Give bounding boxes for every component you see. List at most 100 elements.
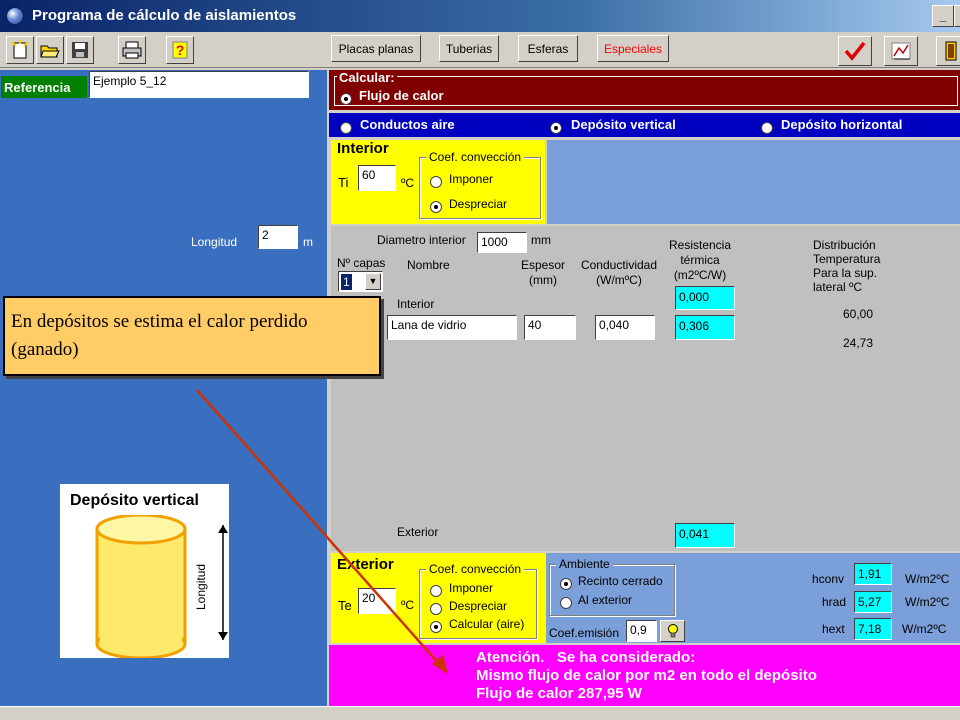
save-icon[interactable] <box>66 36 94 64</box>
atencion-line-1: Atención. Se ha considerado: <box>476 649 696 666</box>
exterior-resistance: 0,041 <box>675 523 735 548</box>
conductos-label: Conductos aire <box>360 117 455 132</box>
help-icon[interactable]: ? <box>166 36 194 64</box>
interior-despreciar-label: Despreciar <box>449 197 508 211</box>
longitud-label: Longitud <box>191 235 238 249</box>
col-espesor: Espesor (mm) <box>520 258 566 287</box>
lightbulb-icon[interactable] <box>660 620 685 642</box>
exterior-despreciar-radio[interactable] <box>430 600 442 615</box>
tab-especiales[interactable]: Especiales <box>597 35 669 62</box>
new-file-icon[interactable] <box>6 36 34 64</box>
interior-title: Interior <box>337 140 389 157</box>
exterior-imponer-label: Imponer <box>449 581 494 595</box>
ncapas-value: 1 <box>341 274 352 290</box>
interior-imponer-radio[interactable] <box>430 173 442 188</box>
interior-despreciar-radio[interactable] <box>430 198 442 213</box>
svg-text:?: ? <box>176 42 185 58</box>
atencion-line-3: Flujo de calor 287,95 W <box>476 685 642 702</box>
minimize-button[interactable]: _ <box>932 5 954 27</box>
diagram-title: Depósito vertical <box>70 492 199 509</box>
deposito-vertical-label: Depósito vertical <box>571 117 676 132</box>
exterior-calcular-label: Calcular (aire) <box>449 617 525 631</box>
layer-resistance: 0,306 <box>675 315 735 340</box>
col-nombre: Nombre <box>407 258 450 272</box>
tab-tuberias[interactable]: Tuberias <box>439 35 499 62</box>
col-conductividad: Conductividad (W/mºC) <box>580 258 658 287</box>
atencion-line-2: Mismo flujo de calor por m2 en todo el d… <box>476 667 817 684</box>
temp-1: 60,00 <box>843 307 874 321</box>
app-icon <box>6 7 24 25</box>
te-label: Te <box>338 598 352 613</box>
exterior-imponer-radio[interactable] <box>430 582 442 597</box>
al-exterior-label: Al exterior <box>578 593 633 607</box>
col-distribucion: Distribución Temperatura Para la sup. la… <box>813 238 881 294</box>
tab-esferas[interactable]: Esferas <box>518 35 578 62</box>
hext-label: hext <box>822 622 845 636</box>
te-unit: ºC <box>401 598 415 612</box>
exterior-conv-legend: Coef. convección <box>426 562 525 576</box>
referencia-label: Referencia <box>1 76 87 98</box>
ncapas-select[interactable]: 1 ▼ <box>338 271 383 292</box>
hrad-value: 5,27 <box>854 591 892 613</box>
exterior-title: Exterior <box>337 556 394 573</box>
layer-name-input[interactable]: Lana de vidrio <box>387 315 517 340</box>
ti-unit: ºC <box>401 176 415 190</box>
longitud-input[interactable]: 2 <box>258 225 298 249</box>
length-axis-label: Longitud <box>194 563 208 610</box>
hrad-unit: W/m2ºC <box>905 595 950 609</box>
emision-input[interactable]: 0,9 <box>626 620 657 642</box>
exterior-despreciar-label: Despreciar <box>449 599 508 613</box>
status-bar <box>0 706 960 720</box>
calcular-legend: Calcular: <box>337 70 397 85</box>
exit-icon[interactable] <box>936 36 960 66</box>
exterior-calcular-radio[interactable] <box>430 618 442 633</box>
longitud-unit: m <box>303 235 313 249</box>
chart-icon[interactable] <box>884 36 918 66</box>
diametro-unit: mm <box>531 233 551 247</box>
temp-2: 24,73 <box>843 336 874 350</box>
exterior-row-label: Exterior <box>397 525 439 539</box>
print-icon[interactable] <box>118 36 146 64</box>
deposito-vertical-radio[interactable] <box>550 119 562 134</box>
checkmark-icon[interactable] <box>838 36 872 66</box>
interior-resistance: 0,000 <box>675 286 735 310</box>
interior-right-area <box>547 140 960 224</box>
window-title: Programa de cálculo de aislamientos <box>32 7 297 24</box>
hconv-unit: W/m2ºC <box>905 572 950 586</box>
hext-value: 7,18 <box>854 618 892 640</box>
flujo-label: Flujo de calor <box>359 88 444 103</box>
length-arrow-bottom <box>218 632 228 640</box>
flujo-radio[interactable] <box>340 90 352 105</box>
diametro-input[interactable]: 1000 <box>477 232 527 253</box>
deposito-horizontal-radio[interactable] <box>761 119 773 134</box>
callout-box: En depósitos se estima el calor perdido … <box>3 296 381 376</box>
interior-imponer-label: Imponer <box>449 172 494 186</box>
te-input[interactable]: 20 <box>358 588 396 614</box>
ti-input[interactable]: 60 <box>358 165 396 191</box>
ti-label: Ti <box>338 175 349 190</box>
interior-conv-legend: Coef. convección <box>426 150 525 164</box>
ncapas-label: Nº capas <box>337 256 386 270</box>
layer-conductividad-input[interactable]: 0,040 <box>595 315 655 340</box>
maximize-button[interactable] <box>954 5 960 27</box>
conductos-radio[interactable] <box>340 119 352 134</box>
hrad-label: hrad <box>822 595 847 609</box>
al-exterior-radio[interactable] <box>560 594 572 609</box>
chevron-down-icon[interactable]: ▼ <box>365 273 381 290</box>
recinto-label: Recinto cerrado <box>578 574 663 588</box>
open-folder-icon[interactable] <box>36 36 64 64</box>
hconv-value: 1,91 <box>854 563 892 585</box>
layer-espesor-input[interactable]: 40 <box>524 315 576 340</box>
interior-row-label: Interior <box>397 297 435 311</box>
referencia-input[interactable]: Ejemplo 5_12 <box>89 71 309 98</box>
recinto-radio[interactable] <box>560 575 572 590</box>
deposito-horizontal-label: Depósito horizontal <box>781 117 903 132</box>
length-arrow-top <box>218 525 228 533</box>
emision-label: Coef.emisión <box>549 626 620 640</box>
diametro-label: Diametro interior <box>377 233 466 247</box>
tank-top <box>95 515 187 545</box>
tab-placas-planas[interactable]: Placas planas <box>331 35 421 62</box>
tank-fill <box>100 533 182 643</box>
hext-unit: W/m2ºC <box>902 622 947 636</box>
ambiente-legend: Ambiente <box>556 557 613 571</box>
